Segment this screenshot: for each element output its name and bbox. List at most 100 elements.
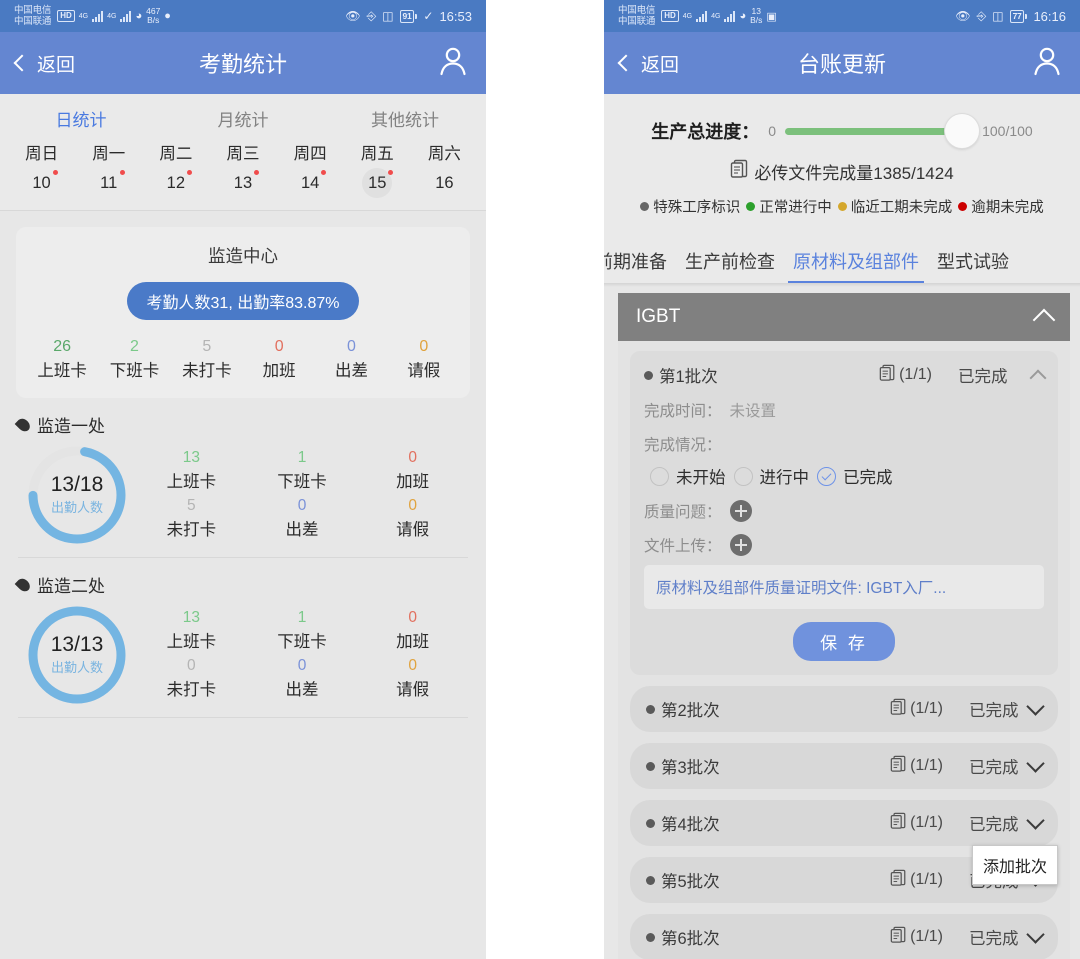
hd-badge: HD xyxy=(661,10,679,22)
carrier-primary: 中国电信 xyxy=(618,5,656,16)
progress-label: 生产总进度： xyxy=(651,122,760,142)
screenshot-stage: 中国电信 中国联通 HD 4G 4G ◕ 467 B/s ● 👁 ⎆ ◫ 91 … xyxy=(0,0,1080,959)
uploaded-file-item[interactable]: 原材料及组部件质量证明文件: IGBT入厂... xyxy=(644,565,1044,609)
file-upload-field: 文件上传： xyxy=(644,534,1044,556)
radio-label: 进行中 xyxy=(759,469,810,487)
chevron-down-icon[interactable] xyxy=(1026,811,1045,830)
batch-item-collapsed[interactable]: 第4批次 (1/1) 已完成 xyxy=(630,800,1058,846)
department-stats-grid-2: 13 上班卡 1 下班卡 0 加班 0 未打卡 0 出差 0 请假 xyxy=(136,607,468,703)
batch-item-collapsed[interactable]: 第6批次 (1/1) 已完成 xyxy=(630,914,1058,959)
right-content: 生产总进度： 0 100/100 必传文件完成量1385/1424 特殊工序标识 xyxy=(604,94,1080,959)
slider-knob[interactable] xyxy=(945,114,980,148)
batch-name: 第4批次 xyxy=(661,816,720,834)
left-content: 日统计 月统计 其他统计 周日 10 周一 11 周二 12 周三 13 周四 … xyxy=(0,94,486,959)
nfc-icon: ⎆ xyxy=(366,8,377,23)
day-cell-0[interactable]: 周日 10 xyxy=(8,140,75,198)
progress-slider[interactable] xyxy=(785,114,980,148)
tab-monthly[interactable]: 月统计 xyxy=(162,106,324,136)
batch-item-collapsed[interactable]: 第3批次 (1/1) 已完成 xyxy=(630,743,1058,789)
summary-card: 监造中心 考勤人数31, 出勤率83.87% 26 上班卡 2 下班卡 5 未打… xyxy=(16,227,470,398)
progress-max-value: 100/100 xyxy=(982,123,1033,139)
tab-other[interactable]: 其他统计 xyxy=(324,106,486,136)
radio-label: 未开始 xyxy=(676,469,726,487)
stat-checkin: 13 上班卡 xyxy=(136,447,247,495)
carrier-labels: 中国电信 中国联通 xyxy=(618,5,655,27)
finish-time-value[interactable]: 未设置 xyxy=(730,399,777,421)
chevron-down-icon[interactable] xyxy=(1026,697,1045,716)
chevron-down-icon[interactable] xyxy=(1026,925,1045,944)
chevron-left-icon xyxy=(617,54,635,72)
kpi-overtime: 0 加班 xyxy=(243,336,315,384)
chevron-up-icon[interactable] xyxy=(1029,369,1047,386)
back-button[interactable]: 返回 xyxy=(617,50,679,77)
stat-overtime: 0 加班 xyxy=(357,447,468,495)
department-stats-grid-1: 13 上班卡 1 下班卡 0 加班 5 未打卡 0 出差 0 请假 xyxy=(136,447,468,543)
kpi-value: 26 xyxy=(53,338,72,355)
tab-type-test[interactable]: 型式试验 xyxy=(928,248,1018,283)
user-profile-icon[interactable] xyxy=(436,44,470,83)
tab-raw-materials[interactable]: 原材料及组部件 xyxy=(784,248,928,283)
kpi-checkout: 2 下班卡 xyxy=(98,336,170,384)
status-right-icons: 👁 ⎆ ◫ 77 16:16 xyxy=(955,9,1066,24)
tab-pre-production-check[interactable]: 生产前检查 xyxy=(676,248,784,283)
group-header[interactable]: IGBT xyxy=(618,293,1070,341)
tab-preparation[interactable]: 前期准备 xyxy=(604,248,676,283)
ring-caption: 出勤人数 xyxy=(50,660,103,675)
department-name: 监造一处 xyxy=(37,417,105,436)
back-button[interactable]: 返回 xyxy=(13,50,75,77)
day-cell-3[interactable]: 周三 13 xyxy=(209,140,276,198)
document-icon xyxy=(890,811,907,835)
chevron-up-icon[interactable] xyxy=(1032,308,1056,331)
batch-item-collapsed[interactable]: 第2批次 (1/1) 已完成 xyxy=(630,686,1058,732)
status-right-icons: 👁 ⎆ ◫ 91 ✓ 16:53 xyxy=(345,9,472,24)
stat-label: 下班卡 xyxy=(277,473,327,491)
completion-status-radios: 未开始 进行中 已完成 xyxy=(644,464,1044,488)
attendance-ring-1: 13/18 出勤人数 xyxy=(18,443,136,547)
document-icon xyxy=(890,697,907,721)
day-cell-4[interactable]: 周四 14 xyxy=(277,140,344,198)
batch-header[interactable]: 第1批次 (1/1) 已完成 xyxy=(644,363,1047,387)
legend-item-due-soon: 临近工期未完成 xyxy=(837,196,952,217)
tab-daily[interactable]: 日统计 xyxy=(0,106,162,136)
add-quality-issue-button[interactable] xyxy=(729,500,752,522)
radio-completed[interactable]: 已完成 xyxy=(817,464,893,488)
day-cell-2[interactable]: 周二 12 xyxy=(142,140,209,198)
batch-status-text: 已完成 xyxy=(969,930,1019,948)
stat-label: 加班 xyxy=(396,633,430,651)
user-profile-icon[interactable] xyxy=(1030,44,1064,83)
kpi-leave: 0 请假 xyxy=(388,336,460,384)
batch-doc-count: (1/1) xyxy=(890,697,943,721)
stat-value: 0 xyxy=(297,657,307,674)
kpi-label: 未打卡 xyxy=(182,362,232,380)
radio-not-started[interactable]: 未开始 xyxy=(650,464,726,488)
divider xyxy=(0,210,486,211)
save-button[interactable]: 保 存 xyxy=(793,622,895,661)
batch-doc-count: (1/1) xyxy=(879,363,932,387)
batch-status-text: 已完成 xyxy=(969,759,1019,777)
clock: 16:16 xyxy=(1033,8,1066,24)
stat-label: 未打卡 xyxy=(166,521,217,539)
stat-checkout: 1 下班卡 xyxy=(247,447,358,495)
stat-checkin: 13 上班卡 xyxy=(136,607,247,655)
radio-in-progress[interactable]: 进行中 xyxy=(733,464,810,488)
day-name: 周三 xyxy=(226,145,260,163)
doc-count-text: (1/1) xyxy=(910,814,943,831)
add-file-button[interactable] xyxy=(729,534,752,556)
batch-status-dot xyxy=(644,370,653,380)
chevron-down-icon[interactable] xyxy=(1026,754,1045,773)
network-type-4g-2: 4G xyxy=(711,12,721,20)
kpi-nocheck: 5 未打卡 xyxy=(171,336,243,384)
day-dot-indicator xyxy=(186,170,192,175)
legend-label: 正常进行中 xyxy=(759,200,832,216)
day-cell-1[interactable]: 周一 11 xyxy=(75,140,142,198)
stat-label: 下班卡 xyxy=(277,633,327,651)
batch-name: 第2批次 xyxy=(661,702,720,720)
summary-kpi-row: 26 上班卡 2 下班卡 5 未打卡 0 加班 0 出差 0 请假 xyxy=(26,336,460,384)
day-cell-5-selected[interactable]: 周五 15 xyxy=(344,140,411,198)
stat-label: 加班 xyxy=(396,473,430,491)
radio-circle-icon xyxy=(650,466,669,486)
batch-doc-count: (1/1) xyxy=(890,754,943,778)
right-nav-bar: 返回 台账更新 xyxy=(604,32,1080,94)
carrier-secondary: 中国联通 xyxy=(14,16,52,27)
day-cell-6[interactable]: 周六 16 xyxy=(411,140,478,198)
